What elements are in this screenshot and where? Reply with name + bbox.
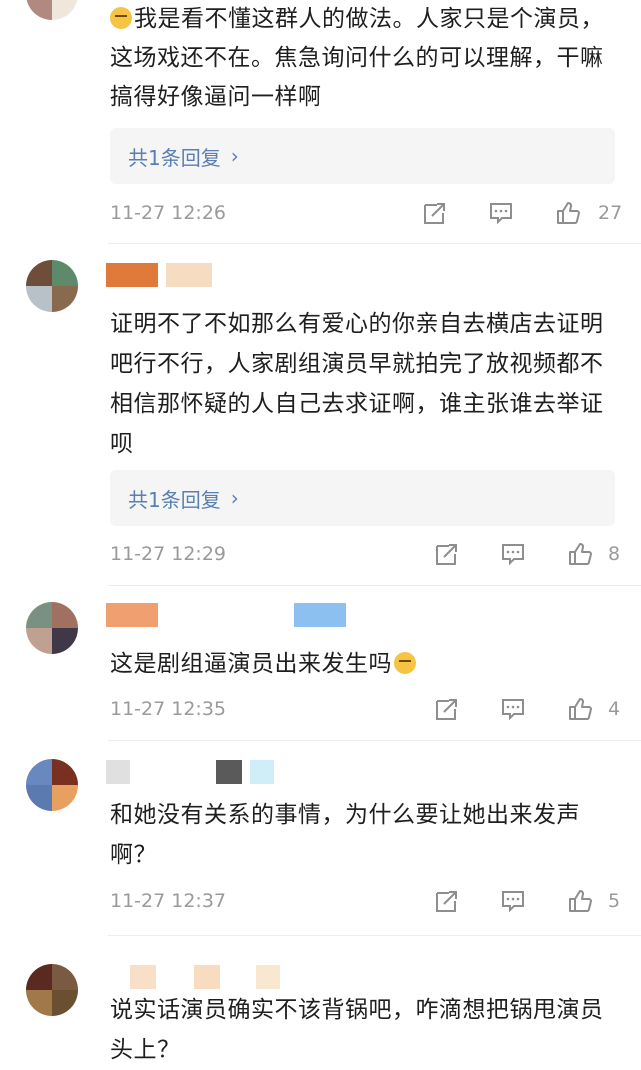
avatar[interactable] [26, 0, 78, 20]
grimace-emoji [110, 7, 132, 29]
comment-meta: 11-27 12:26 27 [110, 200, 630, 230]
divider [108, 243, 641, 244]
comment-icon[interactable] [500, 541, 530, 571]
avatar[interactable] [26, 964, 78, 1016]
reply-count-button[interactable]: 共1条回复 › [110, 128, 615, 184]
comment-meta: 11-27 12:29 8 [110, 541, 630, 571]
grimace-emoji [394, 652, 416, 674]
reply-count-button[interactable]: 共1条回复 › [110, 470, 615, 526]
comment-icon[interactable] [500, 696, 530, 726]
comment-meta: 11-27 12:37 5 [110, 888, 630, 918]
comment-time: 11-27 12:35 [110, 698, 227, 720]
comment-meta: 11-27 12:35 4 [110, 696, 630, 726]
comment-time: 11-27 12:37 [110, 890, 227, 912]
avatar[interactable] [26, 260, 78, 312]
share-icon[interactable] [434, 696, 464, 726]
avatar[interactable] [26, 759, 78, 811]
share-icon[interactable] [434, 888, 464, 918]
avatar[interactable] [26, 602, 78, 654]
share-icon[interactable] [434, 541, 464, 571]
comment-text: 证明不了不如那么有爱心的你亲自去横店去证明吧行不行，人家剧组演员早就拍完了放视频… [110, 311, 604, 457]
like-count: 27 [598, 202, 623, 224]
like-icon[interactable] [567, 541, 597, 571]
comment-icon[interactable] [500, 888, 530, 918]
share-icon[interactable] [422, 200, 452, 230]
like-icon[interactable] [555, 200, 585, 230]
comment-text: 和她没有关系的事情，为什么要让她出来发声啊？ [110, 802, 580, 868]
comment-text: 说实话演员确实不该背锅吧，咋滴想把锅甩演员头上？ [110, 997, 604, 1063]
like-icon[interactable] [567, 888, 597, 918]
like-count: 8 [608, 543, 621, 565]
chevron-right-icon: › [230, 144, 239, 168]
divider [108, 585, 641, 586]
divider [108, 740, 641, 741]
like-count: 4 [608, 698, 621, 720]
divider [108, 935, 641, 936]
username-redacted[interactable] [106, 759, 274, 785]
like-icon[interactable] [567, 696, 597, 726]
username-redacted[interactable] [130, 964, 280, 990]
comment-time: 11-27 12:29 [110, 543, 227, 565]
username-redacted[interactable] [106, 602, 346, 628]
comment-time: 11-27 12:26 [110, 202, 227, 224]
comment-text: 这是剧组逼演员出来发生吗 [110, 644, 625, 684]
like-count: 5 [608, 890, 621, 912]
chevron-right-icon: › [230, 486, 239, 510]
comment-text: 我是看不懂这群人的做法。人家只是个演员，这场戏还不在。焦急询问什么的可以理解，干… [110, 6, 604, 110]
username-redacted[interactable] [106, 262, 212, 288]
comment-icon[interactable] [488, 200, 518, 230]
